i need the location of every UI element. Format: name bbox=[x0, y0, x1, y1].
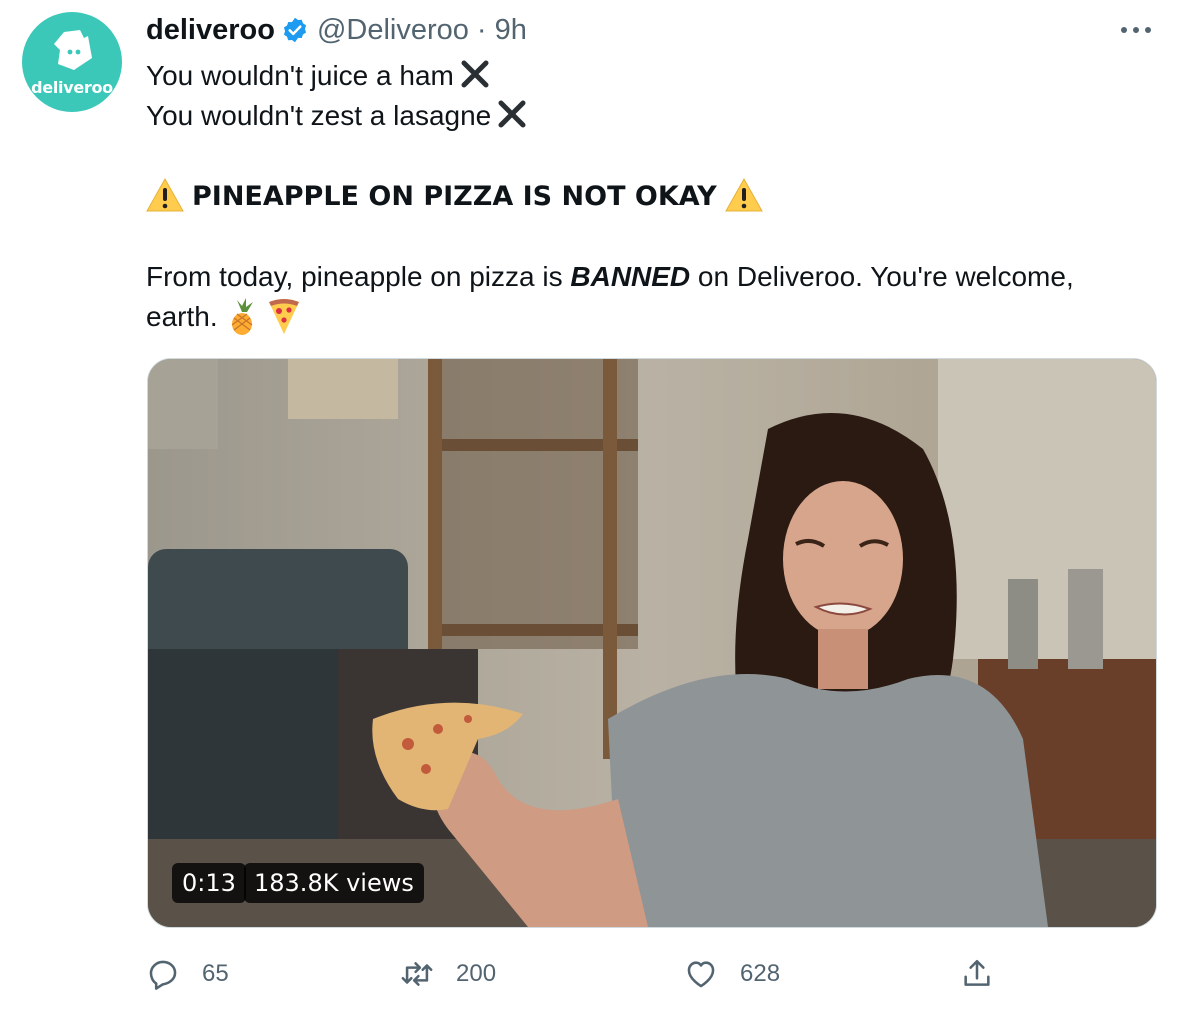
video-view-count: 183.8K views bbox=[244, 863, 424, 903]
reply-button[interactable]: 65 bbox=[146, 952, 229, 996]
share-icon bbox=[964, 959, 990, 986]
deliveroo-logo-icon bbox=[54, 29, 92, 70]
x-mark-icon bbox=[498, 100, 526, 128]
warning-icon bbox=[146, 177, 184, 212]
separator-dot: · bbox=[476, 13, 487, 46]
tweet-headline: PINEAPPLE ON PIZZA IS NOT OKAY bbox=[146, 176, 1146, 217]
video-duration: 0:13 bbox=[172, 863, 246, 903]
more-icon bbox=[1121, 27, 1151, 33]
headline-text: PINEAPPLE ON PIZZA IS NOT OKAY bbox=[192, 181, 717, 212]
share-button[interactable] bbox=[960, 952, 1016, 996]
tweet-body: From today, pineapple on pizza is BANNED… bbox=[146, 257, 1146, 337]
line-2-text: You wouldn't zest a lasagne bbox=[146, 100, 492, 131]
tweet-actions: 65 200 628 bbox=[146, 952, 1046, 996]
pineapple-emoji bbox=[231, 298, 253, 335]
line-1-text: You wouldn't juice a ham bbox=[146, 60, 454, 91]
tweet-line-2: You wouldn't zest a lasagne bbox=[146, 96, 1146, 136]
retweet-icon bbox=[401, 962, 433, 986]
tweet-line-1: You wouldn't juice a ham bbox=[146, 56, 1146, 96]
retweet-button[interactable]: 200 bbox=[400, 952, 496, 996]
pizza-emoji bbox=[268, 299, 299, 334]
avatar[interactable]: deliveroo bbox=[22, 12, 122, 112]
body-text-start: From today, pineapple on pizza is bbox=[146, 261, 571, 292]
x-mark-icon bbox=[461, 60, 489, 88]
tweet-time[interactable]: 9h bbox=[495, 14, 527, 47]
warning-icon bbox=[724, 177, 763, 212]
video-player[interactable]: 0:13 183.8K views bbox=[147, 358, 1157, 928]
user-handle[interactable]: @Deliveroo bbox=[317, 14, 469, 47]
reply-count: 65 bbox=[202, 960, 229, 987]
tweet-text: You wouldn't juice a ham You wouldn't ze… bbox=[146, 56, 1146, 337]
verified-badge-icon bbox=[283, 17, 307, 43]
video-thumbnail bbox=[148, 359, 1156, 927]
like-button[interactable]: 628 bbox=[684, 952, 780, 996]
display-name[interactable]: deliveroo bbox=[146, 14, 275, 47]
body-text-banned: BANNED bbox=[570, 261, 691, 292]
like-count: 628 bbox=[740, 960, 781, 987]
reply-icon bbox=[149, 960, 177, 990]
tweet-header: deliveroo @Deliveroo · 9h bbox=[146, 12, 527, 48]
retweet-count: 200 bbox=[456, 960, 497, 987]
avatar-brand-text: deliveroo bbox=[31, 77, 113, 97]
more-button[interactable] bbox=[1116, 16, 1156, 44]
like-icon bbox=[687, 961, 715, 988]
